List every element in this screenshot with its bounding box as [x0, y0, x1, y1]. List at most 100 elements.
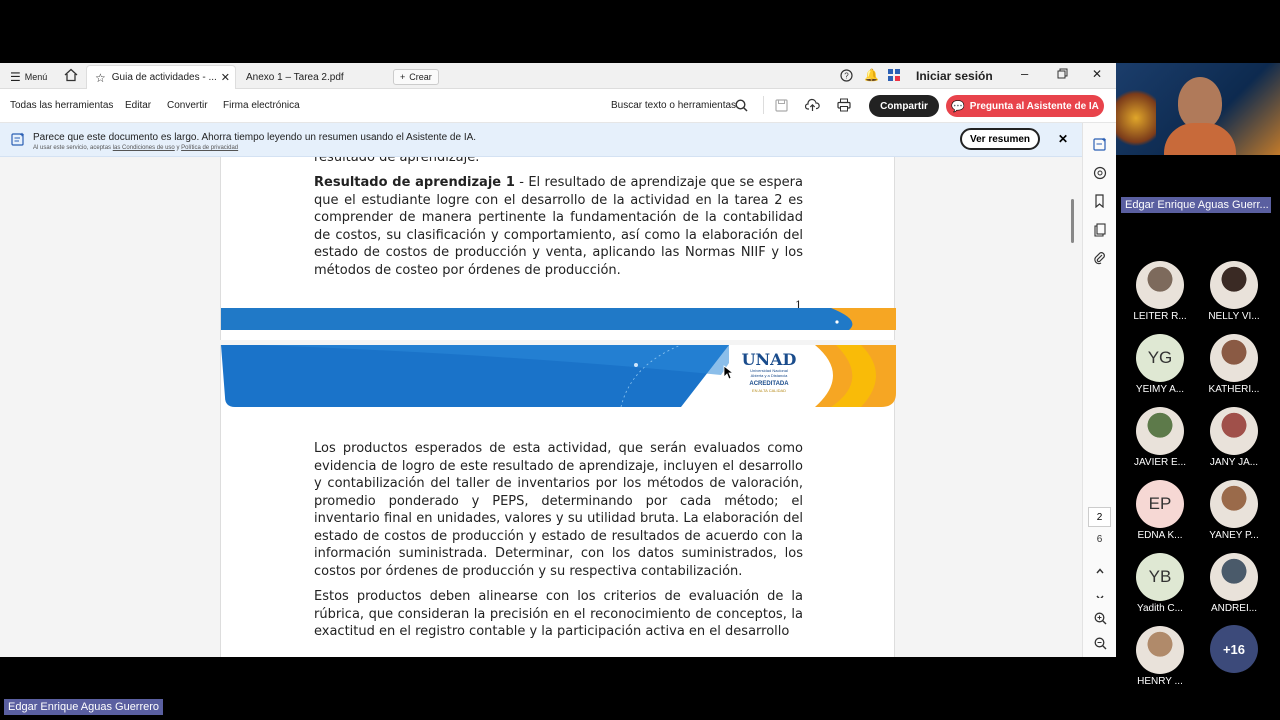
participant-tile[interactable]: YG YEIMY A...: [1124, 334, 1196, 395]
total-pages: 6: [1096, 534, 1103, 545]
pdf-toolbar: Todas las herramientas Editar Convertir …: [0, 89, 1116, 123]
participant-tile[interactable]: LEITER R...: [1124, 261, 1196, 322]
browser-tab-bar: ☰ Menú ☆ Guia de actividades - ... ✕ Ane…: [0, 63, 1116, 89]
meeting-gallery: Edgar Enrique Aguas Guerr... LEITER R...…: [1116, 63, 1280, 720]
avatar: YB: [1136, 553, 1184, 601]
plus-icon: +: [400, 72, 406, 82]
esign-menu[interactable]: Firma electrónica: [223, 100, 300, 111]
chevron-up-icon[interactable]: [1092, 563, 1108, 579]
participant-tile[interactable]: YB Yadith C...: [1124, 553, 1196, 614]
presenter-logo-art: [1116, 83, 1156, 153]
minimize-icon[interactable]: –: [1021, 66, 1028, 81]
menu-label: Menú: [24, 72, 48, 82]
presenter-video: [1116, 63, 1280, 155]
current-page-input[interactable]: 2: [1088, 507, 1111, 527]
menu-button[interactable]: ☰ Menú: [10, 70, 47, 84]
terms-link[interactable]: las Condiciones de uso: [113, 145, 175, 151]
close-tab-icon[interactable]: ✕: [221, 71, 230, 84]
tab-guia-actividades[interactable]: ☆ Guia de actividades - ... ✕: [86, 65, 236, 89]
zoom-out-icon[interactable]: [1092, 635, 1108, 651]
close-window-icon[interactable]: ✕: [1092, 67, 1102, 81]
attachment-icon[interactable]: [1092, 250, 1108, 266]
tab-anexo[interactable]: Anexo 1 – Tarea 2.pdf: [238, 65, 388, 89]
products-paragraph: Los productos esperados de esta activida…: [314, 441, 803, 579]
more-participants-button[interactable]: +16: [1198, 625, 1270, 673]
presenter-shirt: [1164, 123, 1236, 155]
maximize-icon[interactable]: [1057, 68, 1068, 82]
logo-accredited-sub: EN ALTA CALIDAD: [751, 388, 787, 393]
more-count: +16: [1210, 625, 1258, 673]
help-icon[interactable]: ?: [840, 69, 853, 85]
participant-tile[interactable]: JANY JA...: [1198, 407, 1270, 468]
participant-name: KATHERI...: [1208, 384, 1260, 395]
participant-name: NELLY VI...: [1208, 311, 1260, 322]
ai-sidebar-icon[interactable]: [1092, 136, 1108, 152]
bell-icon[interactable]: 🔔: [864, 68, 879, 82]
avatar: [1136, 407, 1184, 455]
unad-logo: UNAD Universidad Nacional Abierta y a Di…: [733, 351, 805, 393]
participant-tile[interactable]: EP EDNA K...: [1124, 480, 1196, 541]
active-speaker-name-tag: Edgar Enrique Aguas Guerrero: [4, 699, 164, 715]
avatar: [1210, 407, 1258, 455]
presenter-name-tag: Edgar Enrique Aguas Guerr...: [1121, 197, 1271, 213]
avatar: EP: [1136, 480, 1184, 528]
result-heading: Resultado de aprendizaje 1: [314, 175, 515, 190]
logo-accredited: ACREDITADA: [749, 381, 789, 387]
search-icon[interactable]: [735, 99, 748, 115]
participant-tile[interactable]: ANDREI...: [1198, 553, 1270, 614]
all-tools-menu[interactable]: Todas las herramientas: [10, 100, 113, 111]
participant-tile[interactable]: JAVIER E...: [1124, 407, 1196, 468]
zoom-in-icon[interactable]: [1092, 610, 1108, 626]
new-tab-button[interactable]: + Crear: [393, 69, 439, 85]
share-button[interactable]: Compartir: [869, 95, 939, 117]
bookmark-icon[interactable]: [1092, 193, 1108, 209]
hamburger-icon: ☰: [10, 70, 21, 84]
pdf-viewer-window: ☰ Menú ☆ Guia de actividades - ... ✕ Ane…: [0, 63, 1116, 657]
participant-name: HENRY ...: [1137, 676, 1183, 687]
document-scrollbar[interactable]: [1071, 199, 1074, 243]
avatar: YG: [1136, 334, 1184, 382]
view-summary-button[interactable]: Ver resumen: [960, 128, 1040, 150]
participant-name: LEITER R...: [1133, 311, 1187, 322]
criteria-paragraph: Estos productos deben alinearse con los …: [314, 589, 803, 639]
print-icon[interactable]: [837, 98, 851, 115]
participant-name: EDNA K...: [1137, 530, 1183, 541]
convert-menu[interactable]: Convertir: [167, 100, 208, 111]
document-area[interactable]: resultado de aprendizaje. Resultado de a…: [0, 157, 1082, 657]
right-tool-sidebar: 2 6: [1082, 123, 1116, 657]
tab-label: Anexo 1 – Tarea 2.pdf: [246, 71, 344, 83]
pages-icon[interactable]: [1092, 222, 1108, 238]
participant-name: YANEY P...: [1209, 530, 1259, 541]
apps-grid-icon[interactable]: [888, 69, 900, 84]
participant-tile[interactable]: NELLY VI...: [1198, 261, 1270, 322]
avatar: [1136, 626, 1184, 674]
participant-name: YEIMY A...: [1135, 384, 1185, 395]
ai-summary-icon: [11, 132, 25, 151]
logo-text: UNAD: [741, 350, 797, 369]
comment-icon[interactable]: [1092, 165, 1108, 181]
participant-tile[interactable]: KATHERI...: [1198, 334, 1270, 395]
result-text: - El resultado de aprendizaje que se esp…: [314, 175, 803, 278]
home-icon[interactable]: [64, 68, 78, 85]
privacy-link[interactable]: Política de privacidad: [181, 145, 238, 151]
upload-cloud-icon[interactable]: [804, 98, 820, 115]
edit-menu[interactable]: Editar: [125, 100, 151, 111]
save-icon[interactable]: [775, 99, 788, 115]
avatar: [1210, 334, 1258, 382]
presenter-face: [1178, 77, 1222, 129]
star-icon: ☆: [95, 70, 106, 85]
ai-assistant-button[interactable]: 💬 Pregunta al Asistente de IA: [946, 95, 1104, 117]
avatar: [1210, 261, 1258, 309]
mouse-cursor-icon: [723, 365, 733, 380]
zoom-controls: [1082, 598, 1116, 657]
search-tools-label[interactable]: Buscar texto o herramientas: [611, 100, 736, 111]
signin-link[interactable]: Iniciar sesión: [916, 69, 993, 83]
participant-name: JAVIER E...: [1133, 457, 1187, 468]
pdf-page-2: UNAD Universidad Nacional Abierta y a Di…: [220, 345, 896, 657]
participant-tile[interactable]: YANEY P...: [1198, 480, 1270, 541]
new-tab-label: Crear: [409, 72, 432, 82]
participant-name: Yadith C...: [1137, 603, 1183, 614]
close-banner-icon[interactable]: ✕: [1058, 132, 1068, 146]
participant-tile[interactable]: HENRY ...: [1124, 626, 1196, 687]
fine-print-prefix: Al usar este servicio, aceptas: [33, 145, 112, 151]
